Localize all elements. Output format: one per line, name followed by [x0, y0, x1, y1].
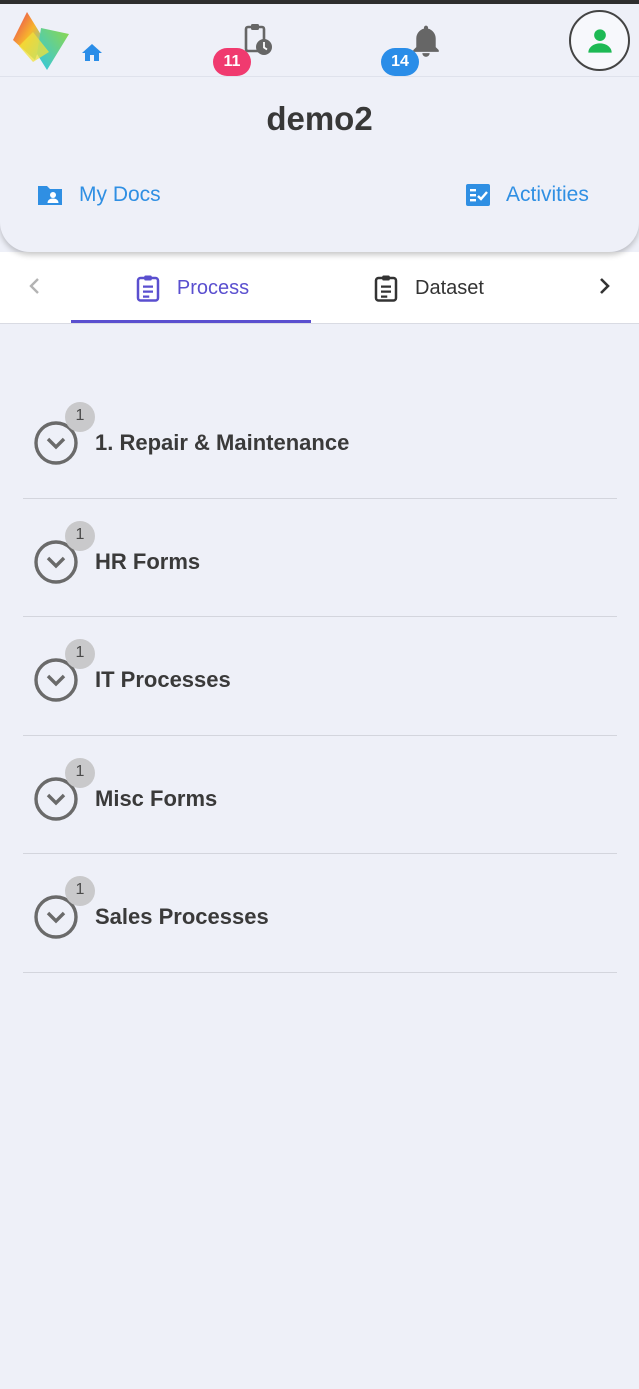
tab-process[interactable]: Process [71, 252, 311, 324]
activities-label: Activities [506, 183, 589, 206]
tasks-count-badge[interactable]: 11 [213, 48, 251, 76]
user-avatar-icon [587, 28, 612, 53]
top-bar: 11 14 [0, 4, 639, 77]
my-docs-link[interactable]: My Docs [36, 180, 161, 210]
process-group-list: 1 1. Repair & Maintenance 1 HR Forms 1 I… [23, 380, 617, 973]
tab-process-label: Process [176, 276, 250, 299]
app-logo[interactable] [11, 10, 71, 72]
tab-dataset-label: Dataset [415, 276, 484, 299]
group-label: HR Forms [95, 548, 201, 574]
list-item[interactable]: 1 1. Repair & Maintenance [23, 380, 617, 499]
group-label: Sales Processes [95, 904, 269, 929]
my-docs-label: My Docs [79, 183, 161, 206]
checklist-icon [466, 184, 490, 206]
clipboard-clock-icon[interactable] [243, 22, 273, 56]
clipboard-icon [374, 275, 398, 302]
app-header: 11 14 demo2 My Docs Activities [0, 4, 639, 252]
notifications-count-badge[interactable]: 14 [381, 48, 419, 76]
list-item[interactable]: 1 Misc Forms [23, 736, 617, 854]
page-title: demo2 [266, 100, 373, 137]
list-item[interactable]: 1 IT Processes [23, 617, 617, 736]
folder-user-icon [38, 186, 62, 205]
active-tab-indicator [71, 320, 311, 323]
group-label: IT Processes [95, 667, 231, 692]
count-badge: 1 [65, 757, 95, 788]
group-label: Misc Forms [95, 785, 218, 811]
count-badge: 1 [65, 876, 95, 906]
group-label: 1. Repair & Maintenance [95, 430, 350, 455]
activities-link[interactable]: Activities [465, 180, 589, 210]
count-badge: 1 [65, 402, 95, 432]
count-badge: 1 [65, 639, 95, 669]
tab-dataset[interactable]: Dataset [331, 252, 571, 324]
home-icon[interactable] [79, 41, 105, 65]
chevron-left-icon[interactable] [23, 274, 47, 298]
clipboard-icon [136, 275, 160, 302]
list-item[interactable]: 1 Sales Processes [23, 854, 617, 973]
tab-bar: Process Dataset [0, 252, 639, 324]
chevron-right-icon[interactable] [592, 274, 616, 298]
list-item[interactable]: 1 HR Forms [23, 499, 617, 617]
user-avatar-button[interactable] [569, 10, 630, 71]
count-badge: 1 [65, 520, 95, 551]
